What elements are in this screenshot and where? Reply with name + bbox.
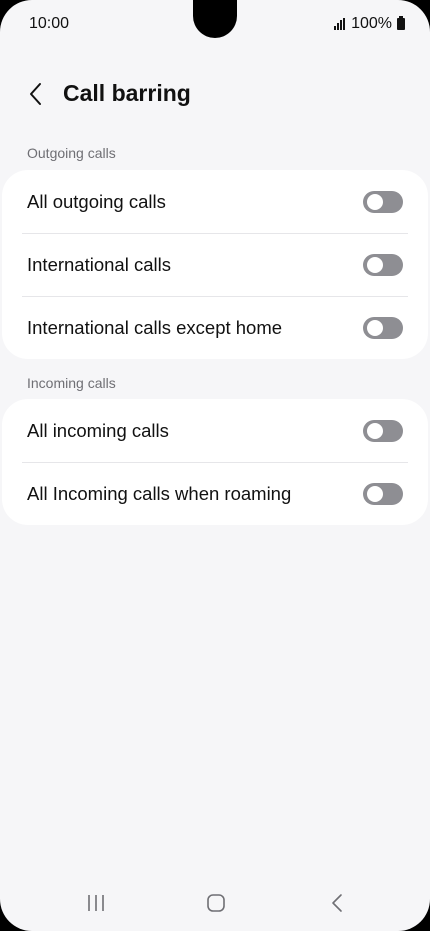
toggle-all-incoming[interactable] <box>363 419 403 442</box>
setting-row-all-outgoing[interactable]: All outgoing calls <box>2 170 428 233</box>
setting-label: International calls <box>27 253 171 275</box>
home-icon <box>207 894 225 912</box>
app-header: Call barring <box>0 72 430 116</box>
phone-screen: 10:00 100% Call barring Outgoing calls A… <box>0 0 430 931</box>
setting-row-all-incoming[interactable]: All incoming calls <box>2 399 428 462</box>
toggle-international[interactable] <box>363 253 403 276</box>
battery-percentage: 100% <box>351 15 392 32</box>
toggle-knob <box>367 422 383 439</box>
setting-row-international[interactable]: International calls <box>2 233 428 296</box>
toggle-knob <box>367 193 383 210</box>
incoming-calls-card: All incoming calls All Incoming calls wh… <box>2 399 428 525</box>
navigation-bar <box>0 875 430 931</box>
setting-label: All incoming calls <box>27 419 169 441</box>
setting-label: All Incoming calls when roaming <box>27 482 292 504</box>
section-label-incoming: Incoming calls <box>27 375 116 391</box>
toggle-knob <box>367 319 383 336</box>
chevron-left-icon <box>332 894 342 912</box>
status-indicators: 100% <box>334 15 405 33</box>
toggle-knob <box>367 256 383 273</box>
toggle-all-outgoing[interactable] <box>363 190 403 213</box>
chevron-left-icon <box>30 83 41 105</box>
setting-label: All outgoing calls <box>27 190 166 212</box>
back-button[interactable] <box>18 76 54 112</box>
setting-row-international-except-home[interactable]: International calls except home <box>2 296 428 359</box>
outgoing-calls-card: All outgoing calls International calls I… <box>2 170 428 359</box>
setting-row-incoming-roaming[interactable]: All Incoming calls when roaming <box>2 462 428 525</box>
battery-icon <box>397 16 405 30</box>
toggle-incoming-roaming[interactable] <box>363 482 403 505</box>
recent-apps-button[interactable] <box>76 885 116 921</box>
toggle-knob <box>367 485 383 502</box>
home-button[interactable] <box>196 885 236 921</box>
recent-apps-icon <box>88 895 104 911</box>
status-bar: 10:00 100% <box>0 0 430 50</box>
page-title: Call barring <box>63 80 191 106</box>
setting-label: International calls except home <box>27 316 283 338</box>
back-nav-button[interactable] <box>317 885 357 921</box>
status-time: 10:00 <box>29 15 70 32</box>
signal-icon <box>334 18 346 30</box>
toggle-international-except-home[interactable] <box>363 316 403 339</box>
section-label-outgoing: Outgoing calls <box>27 145 116 161</box>
